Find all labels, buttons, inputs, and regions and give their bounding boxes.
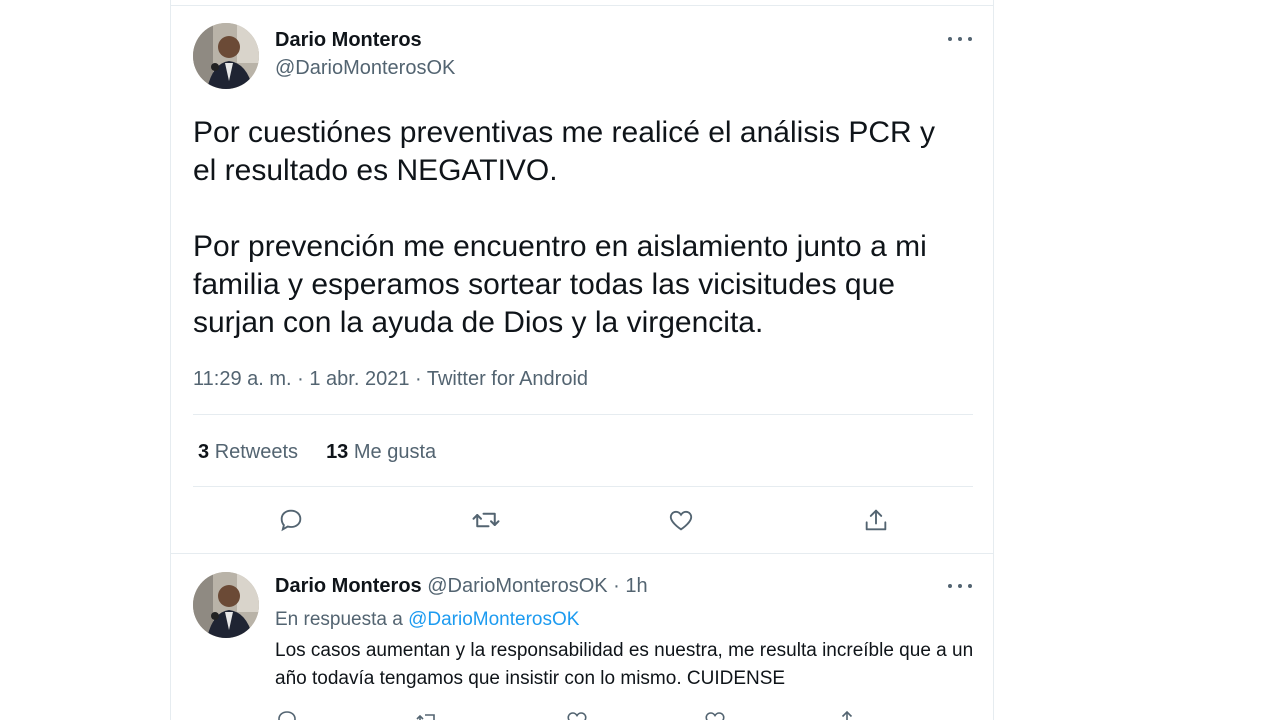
reply-author-handle-time[interactable]: @DarioMonterosOK · 1h xyxy=(427,575,647,597)
author-avatar[interactable] xyxy=(193,23,259,89)
retweet-icon[interactable] xyxy=(415,708,439,720)
divider xyxy=(193,414,973,415)
in-reply-handle-link[interactable]: @DarioMonterosOK xyxy=(408,609,579,630)
retweets-stat[interactable]: 3 Retweets xyxy=(198,441,298,464)
like-icon[interactable] xyxy=(565,708,589,720)
avatar-photo xyxy=(193,572,259,638)
tweet-text: Por cuestiónes preventivas me realicé el… xyxy=(193,116,935,339)
reply-actions xyxy=(275,708,875,720)
reply-icon[interactable] xyxy=(271,500,311,540)
reply-header: Dario Monteros @DarioMonterosOK · 1h xyxy=(275,575,648,598)
likes-stat[interactable]: 13 Me gusta xyxy=(326,441,436,464)
in-reply-to: En respuesta a @DarioMonterosOK xyxy=(275,609,579,631)
reply-icon[interactable] xyxy=(275,708,299,720)
author-handle[interactable]: @DarioMonterosOK xyxy=(275,57,455,80)
reply-text: Los casos aumentan y la responsabilidad … xyxy=(275,640,974,689)
share-icon[interactable] xyxy=(856,500,896,540)
tweet-timestamp[interactable]: 11:29 a. m. · 1 abr. 2021 · Twitter for … xyxy=(193,368,588,391)
like-icon[interactable] xyxy=(661,500,701,540)
retweets-label: Retweets xyxy=(214,441,299,463)
retweets-count: 3 xyxy=(198,441,210,463)
more-icon[interactable] xyxy=(948,33,972,45)
likes-label: Me gusta xyxy=(353,441,437,463)
tweet-actions xyxy=(193,500,973,540)
like-icon[interactable] xyxy=(703,708,727,720)
section-divider xyxy=(171,553,993,554)
reply-author-avatar[interactable] xyxy=(193,572,259,638)
retweet-icon[interactable] xyxy=(466,500,506,540)
reply-author-name[interactable]: Dario Monteros xyxy=(275,575,422,597)
share-icon[interactable] xyxy=(835,708,859,720)
avatar-photo xyxy=(193,23,259,89)
tweet-column: Dario Monteros @DarioMonterosOK Por cues… xyxy=(170,0,994,720)
top-divider xyxy=(171,5,993,6)
author-name[interactable]: Dario Monteros xyxy=(275,29,422,52)
in-reply-prefix: En respuesta a xyxy=(275,609,403,630)
likes-count: 13 xyxy=(326,441,349,463)
divider xyxy=(193,486,973,487)
more-icon[interactable] xyxy=(948,580,972,592)
tweet-stats: 3 Retweets 13 Me gusta xyxy=(198,441,436,464)
